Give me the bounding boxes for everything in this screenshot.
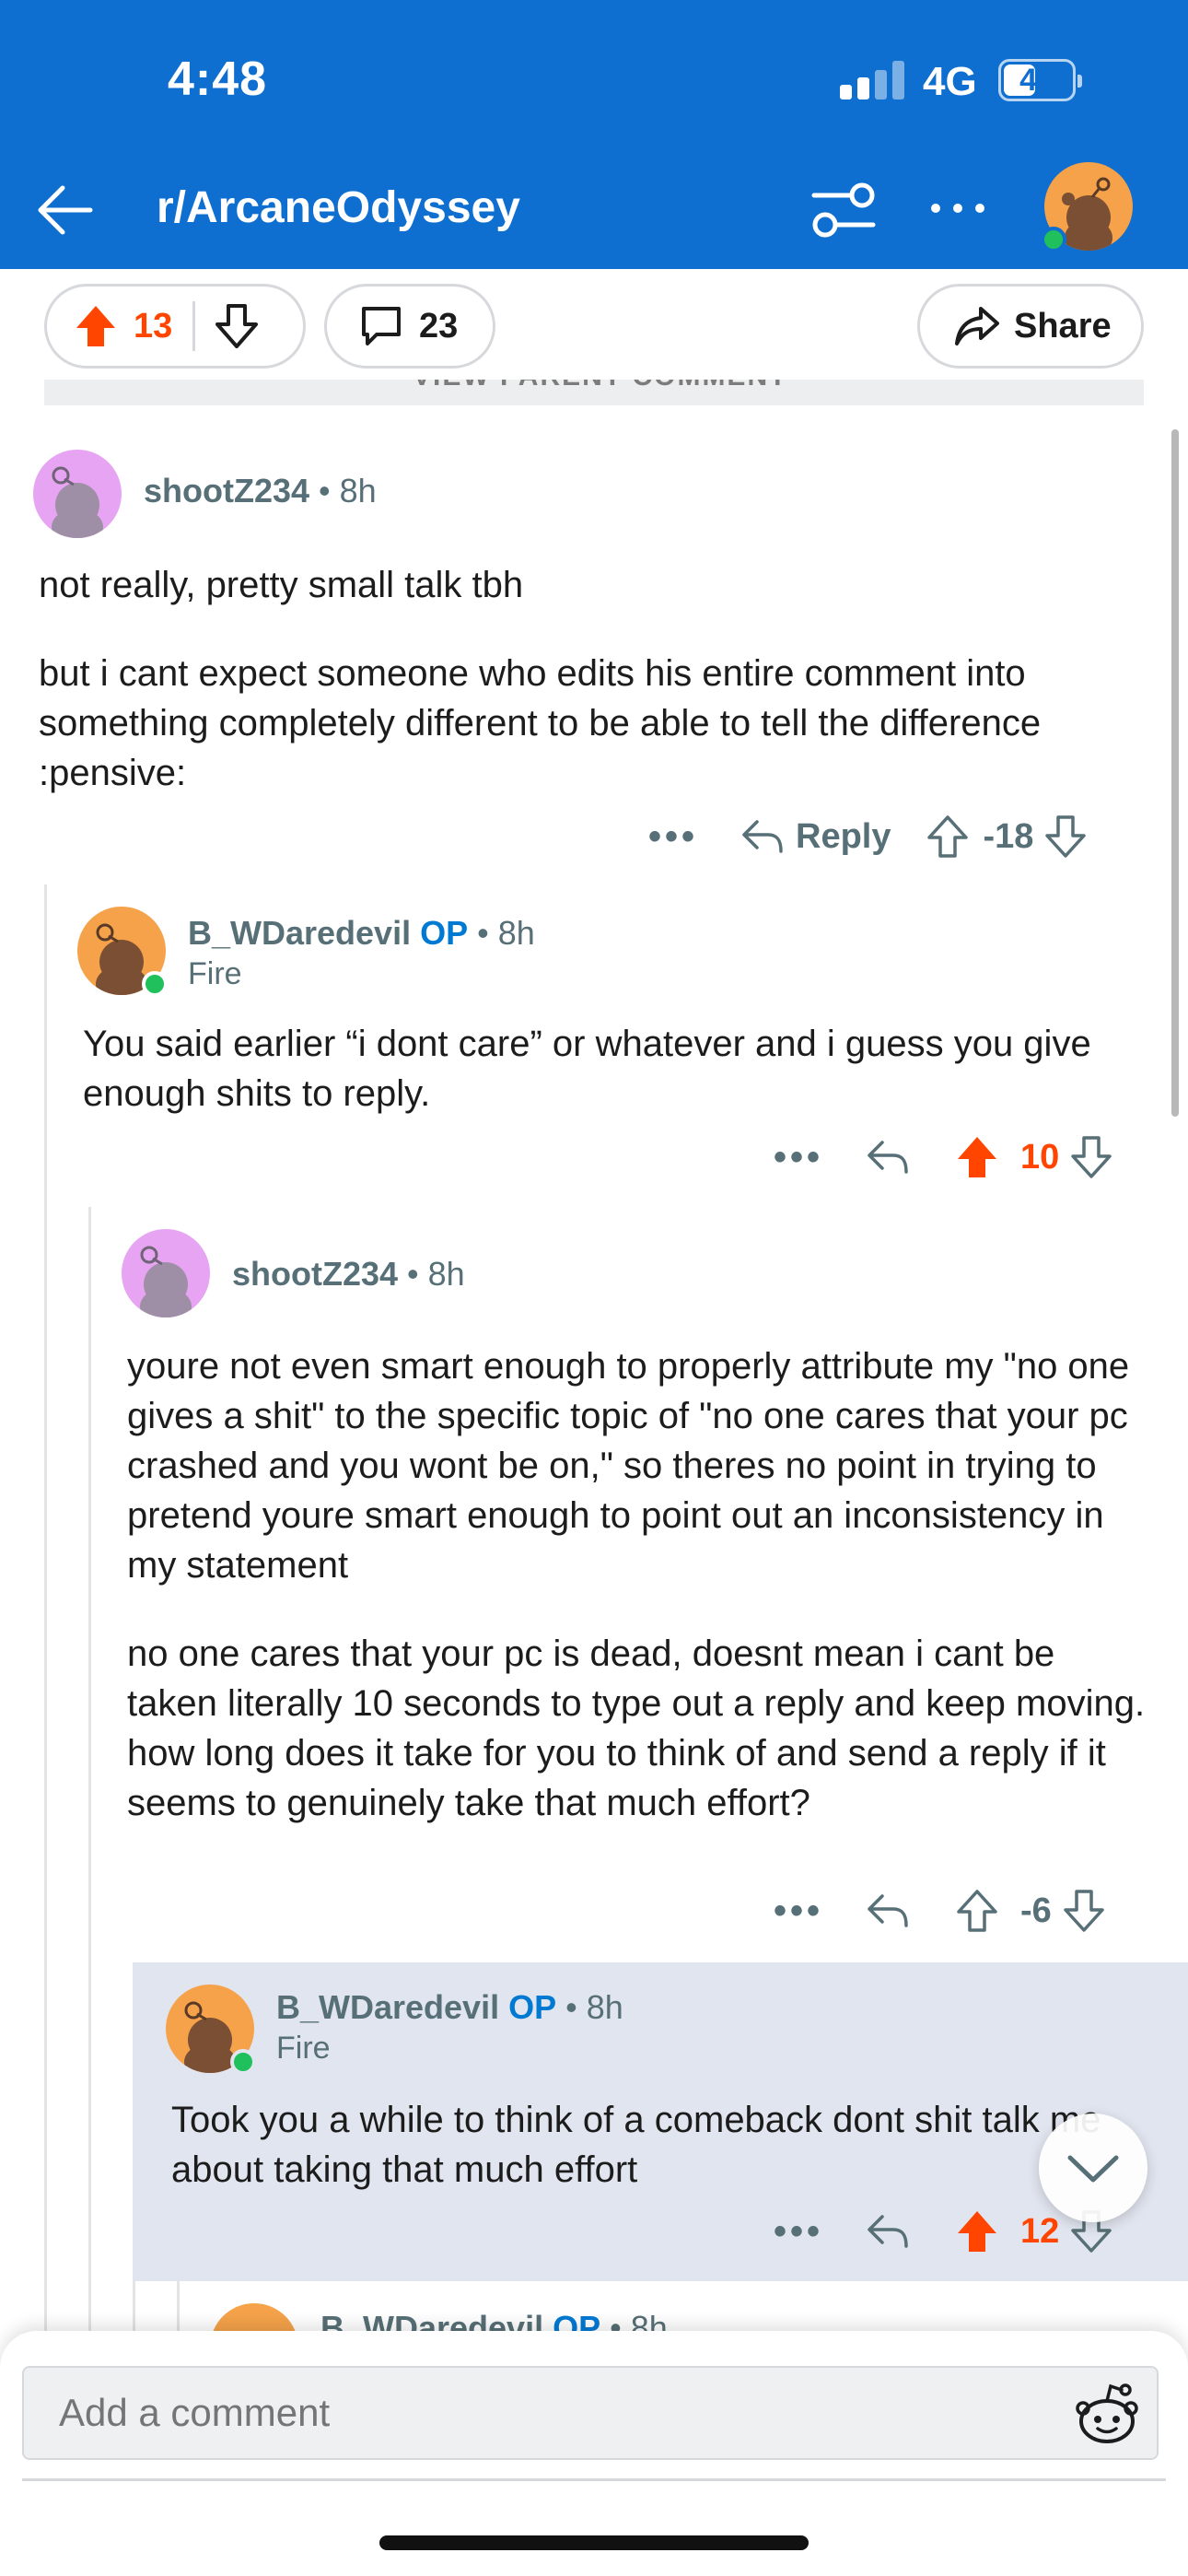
filter-button[interactable]: [809, 179, 879, 241]
comments-button[interactable]: 23: [324, 284, 495, 369]
battery-level: 43: [1019, 63, 1054, 98]
upvote-icon[interactable]: [926, 814, 969, 859]
comment-paragraph: not really, pretty small talk tbh: [39, 565, 524, 605]
comment-body: You said earlier “i dont care” or whatev…: [83, 1019, 1142, 1118]
comment-meta: shootZ234 • 8h: [232, 1255, 465, 1293]
downvote-icon[interactable]: [215, 304, 259, 348]
chevron-down-icon: [1067, 2155, 1119, 2183]
upvote-icon[interactable]: [956, 2209, 998, 2254]
more-icon: [931, 204, 984, 213]
comment-paragraph: youre not even smart enough to properly …: [127, 1346, 1130, 1586]
comment-meta: B_WDaredevil OP • 8h: [276, 1988, 623, 2026]
subreddit-title[interactable]: r/ArcaneOdyssey: [157, 182, 520, 233]
avatar[interactable]: [122, 1229, 210, 1317]
reply-icon[interactable]: [866, 1139, 910, 1176]
reply-icon[interactable]: [866, 1892, 910, 1929]
post-action-bar: 13 23 Share: [0, 269, 1188, 378]
comment-body: not really, pretty small talk tbh but i …: [39, 560, 1144, 798]
comment-votes: 10: [1020, 1137, 1060, 1177]
more-icon[interactable]: •••: [774, 1891, 823, 1932]
downvote-icon[interactable]: [1070, 1135, 1112, 1179]
comment-time: 8h: [497, 914, 535, 952]
comment-actions: ••• -6: [774, 1883, 1105, 1938]
comment-votes: -18: [983, 816, 1034, 856]
signal-icon: [840, 61, 906, 100]
view-parent-comment[interactable]: VIEW PARENT COMMENT: [44, 380, 1144, 405]
reply-button[interactable]: Reply: [796, 817, 891, 857]
back-arrow-icon: [38, 185, 93, 235]
username[interactable]: B_WDaredevil: [188, 914, 411, 952]
comment-count: 23: [419, 306, 459, 345]
snoo-button[interactable]: [1068, 2375, 1146, 2453]
username[interactable]: shootZ234: [144, 472, 309, 509]
more-icon[interactable]: •••: [774, 1137, 823, 1178]
back-button[interactable]: [33, 177, 99, 243]
comment-icon: [362, 307, 401, 345]
upvote-icon[interactable]: [956, 1889, 998, 1933]
user-flair: Fire: [188, 956, 242, 991]
reply-icon[interactable]: [740, 818, 785, 855]
op-badge: OP: [508, 1988, 557, 2026]
network-type: 4G: [923, 59, 977, 104]
online-indicator: [142, 971, 168, 997]
comment-meta: shootZ234 • 8h: [144, 472, 377, 509]
downvote-icon[interactable]: [1063, 1889, 1105, 1933]
comment-body: Took you a while to think of a comeback …: [171, 2095, 1101, 2195]
comment-actions: ••• Reply -18: [648, 809, 1087, 864]
comment-actions: ••• 10: [774, 1130, 1112, 1185]
post-vote-pill: 13: [44, 284, 306, 369]
online-indicator: [1041, 227, 1066, 252]
comment-meta: B_WDaredevil OP • 8h: [188, 914, 535, 952]
home-indicator[interactable]: [379, 2535, 809, 2550]
comment-body: youre not even smart enough to properly …: [127, 1341, 1149, 1828]
username[interactable]: B_WDaredevil: [276, 1988, 499, 2026]
more-icon[interactable]: •••: [648, 816, 698, 858]
downvote-icon[interactable]: [1044, 814, 1087, 859]
view-parent-label: VIEW PARENT COMMENT: [413, 380, 787, 392]
more-options-button[interactable]: [925, 181, 991, 236]
comment-votes: -6: [1020, 1891, 1052, 1930]
upvote-icon[interactable]: [956, 1135, 998, 1179]
scrollbar[interactable]: [1171, 429, 1179, 1117]
thread-line: [88, 1207, 91, 2340]
user-flair: Fire: [276, 2031, 331, 2066]
more-icon[interactable]: •••: [774, 2211, 823, 2253]
op-badge: OP: [420, 914, 469, 952]
comment-time: 8h: [427, 1255, 465, 1293]
upvote-icon[interactable]: [75, 304, 117, 348]
divider: [22, 2478, 1166, 2481]
comment-paragraph: Took you a while to think of a comeback …: [171, 2100, 1101, 2190]
post-vote-count: 13: [134, 306, 173, 345]
scroll-down-button[interactable]: [1039, 2113, 1147, 2222]
comment-time: 8h: [339, 472, 377, 509]
comment-paragraph: no one cares that your pc is dead, doesn…: [127, 1633, 1146, 1823]
share-icon: [955, 307, 999, 345]
comment-paragraph: but i cant expect someone who edits his …: [39, 653, 1042, 793]
snoo-icon: [1076, 2383, 1138, 2443]
username[interactable]: shootZ234: [232, 1255, 398, 1293]
status-time: 4:48: [168, 53, 268, 106]
battery-icon: 43: [998, 59, 1082, 101]
share-button[interactable]: Share: [917, 284, 1144, 369]
comment-time: 8h: [586, 1988, 623, 2026]
reply-icon[interactable]: [866, 2213, 910, 2250]
comment-paragraph: You said earlier “i dont care” or whatev…: [83, 1024, 1091, 1114]
share-label: Share: [1014, 306, 1112, 345]
avatar[interactable]: [33, 450, 122, 538]
app-header: 4:48 4G 43 r/ArcaneOdyssey: [0, 0, 1188, 269]
filter-icon: [811, 182, 876, 238]
thread-line: [44, 884, 47, 2340]
add-comment-input[interactable]: [22, 2366, 1159, 2460]
online-indicator: [230, 2049, 256, 2075]
